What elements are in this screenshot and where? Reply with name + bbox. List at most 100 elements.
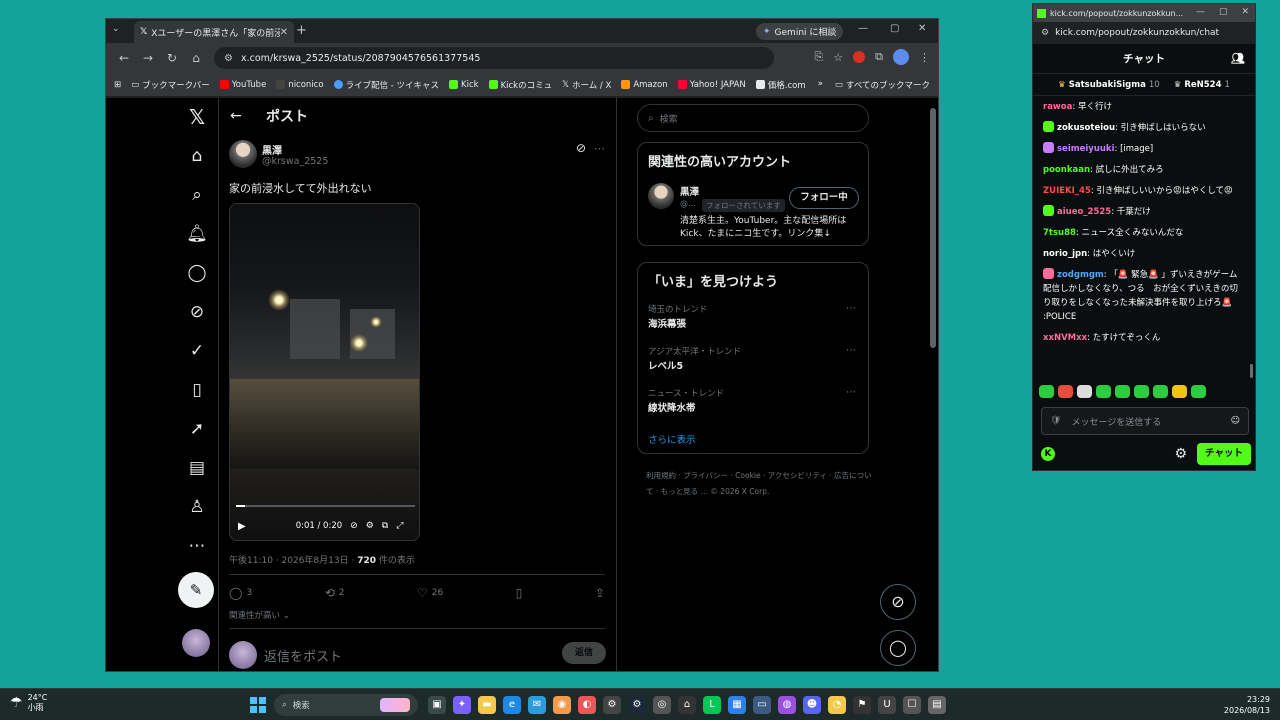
emote[interactable] bbox=[1058, 385, 1073, 398]
grok-video-icon[interactable]: ⊘ bbox=[350, 521, 358, 531]
minimize-icon[interactable]: — bbox=[1196, 7, 1205, 17]
following-button[interactable]: フォロー中 bbox=[789, 187, 859, 209]
messages-fab-icon[interactable]: ◯ bbox=[880, 630, 916, 666]
x-logo-icon[interactable]: 𝕏 bbox=[186, 106, 208, 128]
profile-nav-icon[interactable]: ♙ bbox=[186, 496, 208, 518]
verified-icon[interactable]: ✓ bbox=[186, 340, 208, 362]
close-window-icon[interactable]: ✕ bbox=[1241, 7, 1249, 17]
trend-more-icon[interactable]: ⋯ bbox=[846, 387, 856, 398]
bookmark-niconico[interactable]: niconico bbox=[276, 80, 324, 90]
bookmark-kick-community[interactable]: Kickのコミュ bbox=[488, 79, 552, 91]
rec-name[interactable]: 黒澤 bbox=[680, 184, 699, 198]
taskbar-search[interactable]: ⌕ 検索 bbox=[274, 694, 418, 716]
address-bar[interactable]: ⚙ x.com/krswa_2525/status/20879045765613… bbox=[214, 47, 774, 69]
obs-icon[interactable]: ◍ bbox=[778, 696, 796, 714]
leader-item[interactable]: ♛ ReN524 1 bbox=[1174, 80, 1230, 90]
grok-icon[interactable]: ⊘ bbox=[186, 301, 208, 323]
chat-username[interactable]: poonkaan bbox=[1043, 165, 1090, 175]
app-icon[interactable]: ⚑ bbox=[853, 696, 871, 714]
pip-icon[interactable]: ⧉ bbox=[382, 521, 388, 531]
site-info-icon[interactable]: ⚙ bbox=[224, 53, 233, 64]
app-icon[interactable]: ◔ bbox=[828, 696, 846, 714]
chat-settings-icon[interactable]: ⚙ bbox=[1174, 446, 1187, 462]
emoji-picker-icon[interactable]: ☺ bbox=[1231, 416, 1240, 426]
close-window-icon[interactable]: ✕ bbox=[918, 23, 926, 34]
grok-fab-icon[interactable]: ⊘ bbox=[880, 584, 916, 620]
settings-gear-icon[interactable]: ⚙ bbox=[366, 521, 374, 531]
trend-item[interactable]: 海浜幕張 bbox=[648, 316, 686, 330]
bookmark-button[interactable]: ▯ bbox=[516, 586, 523, 600]
chat-message-input[interactable]: 🛡︎ メッセージを送信する ☺ bbox=[1041, 407, 1249, 435]
menu-kebab-icon[interactable]: ⋮ bbox=[919, 51, 930, 64]
author-avatar[interactable] bbox=[229, 140, 257, 168]
emote[interactable] bbox=[1172, 385, 1187, 398]
tab-search-icon[interactable]: ⌄ bbox=[112, 24, 120, 34]
app-icon[interactable]: ▭ bbox=[753, 696, 771, 714]
footer-links[interactable]: 利用規約 · プライバシー · Cookie · アクセシビリティ · 広告につ… bbox=[646, 468, 876, 500]
all-bookmarks[interactable]: ▭ すべてのブックマーク bbox=[835, 79, 930, 91]
task-view-icon[interactable]: ▣ bbox=[428, 696, 446, 714]
chat-username[interactable]: zodgmgm bbox=[1057, 270, 1104, 280]
copilot-icon[interactable]: ✦ bbox=[453, 696, 471, 714]
trend-more-icon[interactable]: ⋯ bbox=[846, 345, 856, 356]
install-icon[interactable]: ⎘ bbox=[814, 50, 823, 64]
app-icon[interactable]: ▤ bbox=[928, 696, 946, 714]
video-player[interactable]: ▶ 0:01 / 0:20 ⊘ ⚙ ⧉ ⤢ bbox=[229, 203, 420, 541]
chat-username[interactable]: seimeiyuuki bbox=[1057, 144, 1114, 154]
emote[interactable] bbox=[1134, 385, 1149, 398]
forward-icon[interactable]: → bbox=[136, 51, 160, 65]
leader-item[interactable]: ♛ SatsubakiSigma 10 bbox=[1058, 80, 1160, 90]
app-icon[interactable]: ◎ bbox=[653, 696, 671, 714]
chat-username[interactable]: norio_jpn bbox=[1043, 249, 1087, 259]
system-clock[interactable]: 23:29 2026/08/13 bbox=[1224, 694, 1270, 716]
mail-icon[interactable]: ✉ bbox=[528, 696, 546, 714]
chrome-icon[interactable]: ◉ bbox=[553, 696, 571, 714]
chat-username[interactable]: 7tsu88 bbox=[1043, 228, 1076, 238]
app-icon[interactable]: ⚙ bbox=[603, 696, 621, 714]
show-more-link[interactable]: さらに表示 bbox=[648, 432, 696, 446]
bookmark-youtube[interactable]: YouTube bbox=[219, 80, 266, 90]
more-circle-icon[interactable]: ⋯ bbox=[186, 535, 208, 557]
fullscreen-icon[interactable]: ⤢ bbox=[396, 521, 403, 531]
unity-icon[interactable]: U bbox=[878, 696, 896, 714]
kick-logo-icon[interactable]: K bbox=[1041, 447, 1055, 461]
file-explorer-icon[interactable]: ▬ bbox=[478, 696, 496, 714]
firefox-icon[interactable]: ◐ bbox=[578, 696, 596, 714]
app-icon[interactable]: ⌂ bbox=[678, 696, 696, 714]
chat-username[interactable]: ZUIEKI_45 bbox=[1043, 186, 1091, 196]
reload-icon[interactable]: ↻ bbox=[160, 51, 184, 65]
send-chat-button[interactable]: チャット bbox=[1197, 443, 1251, 465]
reply-button[interactable]: ◯ 3 bbox=[229, 586, 252, 600]
notifications-bell-icon[interactable]: 🔔︎ bbox=[186, 223, 208, 245]
bookmark-kakaku[interactable]: 価格.com bbox=[755, 79, 806, 91]
steam-icon[interactable]: ⚙ bbox=[628, 696, 646, 714]
chat-username[interactable]: rawoa bbox=[1043, 102, 1072, 112]
trend-item[interactable]: 線状降水帯 bbox=[648, 400, 696, 414]
back-arrow-icon[interactable]: ← bbox=[230, 108, 260, 124]
share-button[interactable]: ⇪ bbox=[595, 586, 605, 600]
discord-icon[interactable]: ☻ bbox=[803, 696, 821, 714]
start-button[interactable] bbox=[250, 697, 266, 713]
emote[interactable] bbox=[1115, 385, 1130, 398]
bookmark-yahoo[interactable]: Yahoo! JAPAN bbox=[677, 80, 746, 90]
emote[interactable] bbox=[1077, 385, 1092, 398]
play-icon[interactable]: ▶ bbox=[238, 521, 246, 532]
post-timestamp[interactable]: 午後11:10 · 2026年8月13日 · bbox=[229, 556, 357, 566]
home-nav-icon[interactable]: ⌂ bbox=[186, 145, 208, 167]
line-icon[interactable]: L bbox=[703, 696, 721, 714]
profile-avatar[interactable] bbox=[893, 49, 909, 65]
video-progress-bar[interactable] bbox=[236, 505, 415, 507]
explore-search-icon[interactable]: ⌕ bbox=[186, 184, 208, 206]
grok-explain-icon[interactable]: ⊘ bbox=[576, 141, 586, 155]
tab-active[interactable]: 𝕏 Xユーザーの黒澤さん「家の前浸水… ✕ bbox=[134, 21, 294, 43]
chat-username[interactable]: zokusoteiou bbox=[1057, 123, 1115, 133]
bookmark-amazon[interactable]: Amazon bbox=[621, 80, 668, 90]
app-icon[interactable]: ☐ bbox=[903, 696, 921, 714]
more-bookmarks-icon[interactable]: » bbox=[818, 79, 823, 91]
like-button[interactable]: ♡ 26 bbox=[417, 586, 443, 600]
reply-submit-button[interactable]: 返信 bbox=[562, 642, 606, 664]
account-avatar[interactable] bbox=[182, 629, 210, 657]
kick-address-bar[interactable]: ⚙ kick.com/popout/zokkunzokkun/chat bbox=[1033, 22, 1255, 44]
relevance-sort[interactable]: 関連性が高い ⌄ bbox=[229, 609, 290, 621]
emote[interactable] bbox=[1039, 385, 1054, 398]
